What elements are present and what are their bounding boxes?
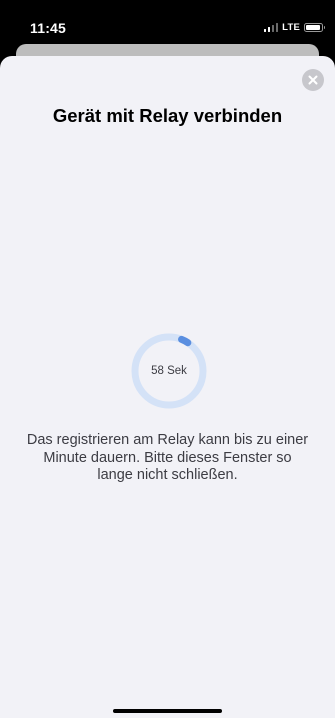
- home-indicator: [113, 709, 222, 713]
- modal-title: Gerät mit Relay verbinden: [52, 105, 283, 126]
- countdown-progress: 58 Sek: [130, 332, 208, 410]
- countdown-label: 58 Sek: [151, 365, 187, 377]
- status-indicators: LTE: [263, 20, 325, 34]
- signal-icon: [263, 22, 279, 32]
- phone-screen: 11:45 LTE Gerät mit Relay verbinden 58 S…: [0, 0, 335, 718]
- info-message: Das registrieren am Relay kann bis zu ei…: [26, 432, 309, 483]
- connect-relay-modal: Gerät mit Relay verbinden 58 Sek Das reg…: [0, 56, 335, 718]
- close-icon: [308, 75, 318, 85]
- status-time: 11:45: [30, 20, 67, 36]
- battery-icon: [304, 22, 325, 32]
- status-bar: 11:45 LTE: [0, 0, 335, 50]
- close-button[interactable]: [302, 69, 324, 91]
- network-label: LTE: [282, 21, 300, 33]
